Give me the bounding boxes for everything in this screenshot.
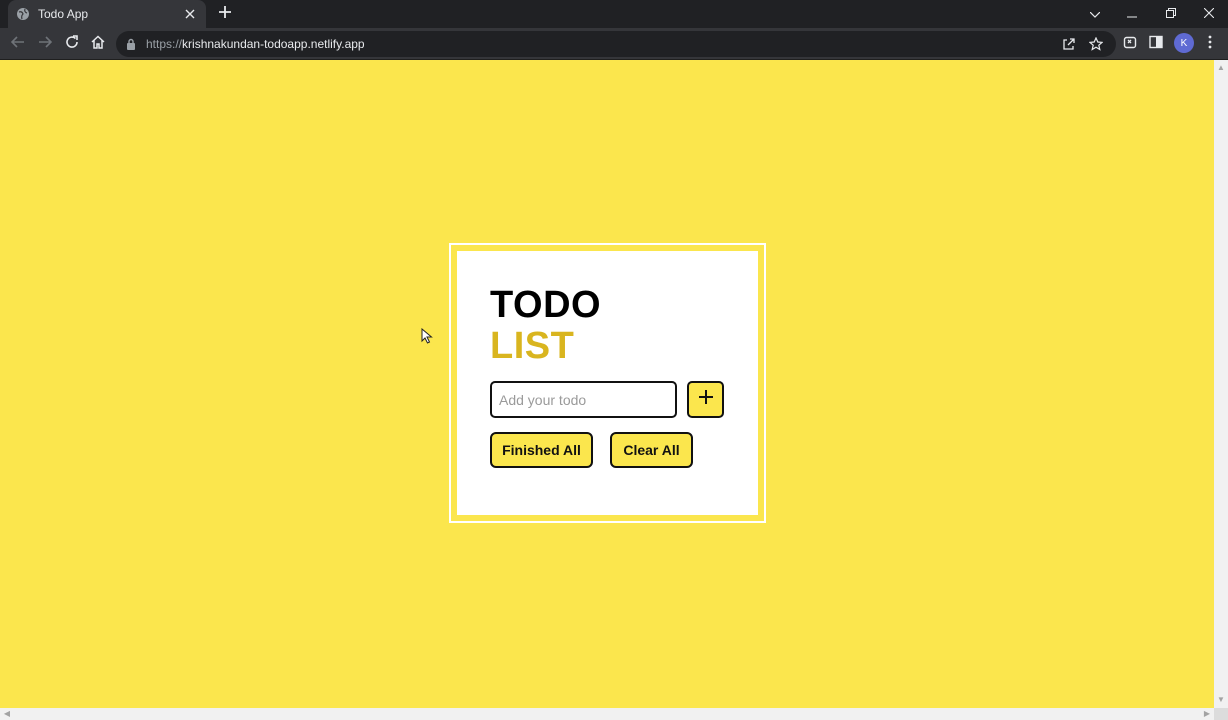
tab-search-button[interactable] (1085, 4, 1105, 24)
star-icon[interactable] (1087, 35, 1105, 53)
profile-avatar[interactable]: K (1174, 33, 1194, 53)
browser-tab-active[interactable]: Todo App (8, 0, 206, 28)
new-tab-button[interactable] (216, 5, 234, 23)
mouse-cursor (421, 327, 433, 344)
extensions-button[interactable] (1120, 34, 1140, 54)
scroll-up-icon[interactable]: ▲ (1217, 64, 1225, 72)
chevron-down-icon (1089, 5, 1101, 23)
reload-button[interactable] (62, 34, 82, 54)
url-scheme: https:// (146, 37, 183, 51)
browser-toolbar: https://krishnakundan-todoapp.netlify.ap… (0, 28, 1228, 60)
minimize-button[interactable] (1122, 4, 1142, 24)
url-text: https://krishnakundan-todoapp.netlify.ap… (146, 37, 365, 51)
scrollbar-corner (1214, 708, 1228, 720)
clear-all-button[interactable]: Clear All (610, 432, 693, 468)
globe-icon (16, 7, 30, 21)
back-icon (10, 35, 25, 53)
add-todo-button[interactable] (687, 381, 724, 418)
title-todo: TODO (490, 284, 602, 326)
close-window-button[interactable] (1199, 4, 1219, 24)
horizontal-scrollbar[interactable]: ◀ ▶ (0, 708, 1214, 720)
share-icon[interactable] (1060, 35, 1078, 53)
plus-icon (219, 5, 231, 23)
side-panel-button[interactable] (1146, 34, 1166, 54)
sidepanel-icon (1149, 35, 1163, 54)
close-icon[interactable] (182, 6, 198, 22)
reload-icon (65, 34, 79, 54)
browser-menu-button[interactable] (1200, 34, 1220, 54)
todo-input[interactable] (490, 381, 677, 418)
restore-icon (1166, 5, 1176, 23)
minimize-icon (1127, 5, 1137, 23)
tab-title: Todo App (38, 7, 89, 21)
lock-icon[interactable] (126, 38, 138, 50)
forward-button[interactable] (35, 34, 55, 54)
forward-icon (38, 35, 53, 53)
browser-titlebar: Todo App (0, 0, 1228, 28)
scroll-right-icon[interactable]: ▶ (1203, 710, 1211, 718)
address-bar[interactable]: https://krishnakundan-todoapp.netlify.ap… (116, 31, 1116, 57)
home-button[interactable] (88, 34, 108, 54)
home-icon (91, 34, 105, 54)
close-icon (1203, 5, 1215, 23)
scroll-down-icon[interactable]: ▼ (1217, 696, 1225, 704)
extensions-icon (1123, 35, 1137, 54)
todo-card: TODO LIST Finished All Clear All (457, 251, 758, 515)
menu-icon (1208, 35, 1212, 54)
finished-all-button[interactable]: Finished All (490, 432, 593, 468)
title-list: LIST (490, 325, 575, 367)
back-button[interactable] (8, 34, 28, 54)
plus-icon (698, 389, 714, 410)
url-host: krishnakundan-todoapp.netlify.app (182, 37, 365, 51)
scroll-left-icon[interactable]: ◀ (3, 710, 11, 718)
vertical-scrollbar[interactable]: ▲ ▼ (1214, 60, 1228, 708)
restore-button[interactable] (1161, 4, 1181, 24)
